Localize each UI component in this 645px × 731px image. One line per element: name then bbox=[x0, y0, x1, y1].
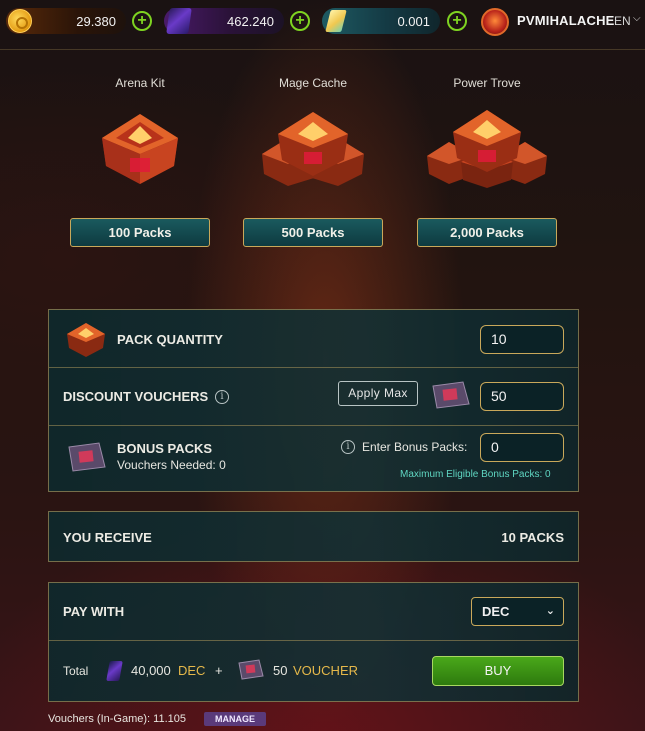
language-selector[interactable]: EN bbox=[614, 14, 631, 28]
chest-icon bbox=[70, 108, 210, 194]
receive-value: 10 PACKS bbox=[501, 530, 564, 545]
bonus-voucher-icon bbox=[65, 441, 107, 478]
discount-vouchers-input[interactable]: 50 bbox=[480, 382, 564, 411]
credits-value: 29.380 bbox=[76, 13, 116, 29]
credits-coin-icon bbox=[8, 9, 32, 33]
pay-with-label: PAY WITH bbox=[63, 604, 125, 619]
buy-button[interactable]: BUY bbox=[432, 656, 564, 686]
dec-gem-icon bbox=[106, 661, 123, 681]
pack-2000-button[interactable]: 2,000 Packs bbox=[417, 218, 557, 247]
option-mage-cache[interactable]: Mage Cache 500 Packs bbox=[243, 76, 383, 247]
chest-pile-icon bbox=[417, 108, 557, 194]
credits-balance: 29.380 bbox=[6, 8, 126, 34]
pack-quantity-input[interactable]: 10 bbox=[480, 325, 564, 354]
avatar[interactable] bbox=[481, 8, 509, 36]
dec-gem-icon bbox=[166, 8, 192, 34]
chevron-down-icon[interactable]: ⌵ bbox=[633, 13, 641, 24]
dec-value: 462.240 bbox=[227, 13, 274, 29]
pack-500-button[interactable]: 500 Packs bbox=[243, 218, 383, 247]
option-title: Arena Kit bbox=[115, 76, 165, 90]
plus-sign: + bbox=[215, 663, 223, 678]
purchase-panel: PACK QUANTITY 10 DISCOUNT VOUCHERS i App… bbox=[48, 309, 579, 492]
receive-panel: YOU RECEIVE 10 PACKS bbox=[48, 511, 579, 562]
voucher-amount: 50 bbox=[273, 663, 288, 678]
manage-button[interactable]: MANAGE bbox=[204, 712, 266, 726]
option-arena-kit[interactable]: Arena Kit 100 Packs bbox=[70, 76, 210, 247]
row-divider bbox=[49, 367, 578, 368]
voucher-icon bbox=[237, 659, 265, 686]
dec-amount: 40,000 bbox=[131, 663, 171, 678]
discount-vouchers-label: DISCOUNT VOUCHERS bbox=[63, 389, 209, 404]
option-title: Mage Cache bbox=[278, 76, 348, 90]
bonus-packs-input[interactable]: 0 bbox=[480, 433, 564, 462]
pack-100-button[interactable]: 100 Packs bbox=[70, 218, 210, 247]
sps-value: 0.001 bbox=[397, 13, 430, 29]
chest-stack-icon bbox=[243, 108, 383, 194]
you-receive-label: YOU RECEIVE bbox=[63, 530, 152, 545]
pay-panel: PAY WITH DEC ⌄ Total 40,000 DEC + 50 VOU… bbox=[48, 582, 579, 702]
bonus-packs-label: BONUS PACKS bbox=[117, 441, 213, 456]
total-label: Total bbox=[63, 664, 89, 678]
sps-shard-icon bbox=[325, 10, 347, 32]
row-divider bbox=[49, 640, 578, 641]
pack-quantity-chest-icon bbox=[63, 321, 109, 364]
add-credits-button[interactable]: + bbox=[132, 11, 152, 31]
option-power-trove[interactable]: Power Trove 2,000 Packs bbox=[417, 76, 557, 247]
voucher-unit: VOUCHER bbox=[293, 663, 359, 678]
voucher-icon bbox=[429, 380, 471, 415]
apply-max-button[interactable]: Apply Max bbox=[338, 381, 418, 406]
dec-unit: DEC bbox=[178, 663, 206, 678]
enter-bonus-packs-label: Enter Bonus Packs: bbox=[362, 440, 468, 454]
max-eligible-text: Maximum Eligible Bonus Packs: 0 bbox=[400, 469, 551, 480]
add-dec-button[interactable]: + bbox=[290, 11, 310, 31]
option-title: Power Trove bbox=[453, 76, 521, 90]
top-divider bbox=[0, 49, 645, 50]
dec-balance: 462.240 bbox=[164, 8, 284, 34]
vouchers-needed-text: Vouchers Needed: 0 bbox=[117, 458, 226, 472]
chevron-down-icon: ⌄ bbox=[545, 605, 555, 617]
info-icon[interactable]: i bbox=[215, 390, 229, 404]
currency-select[interactable]: DEC ⌄ bbox=[471, 597, 564, 626]
top-bar: 29.380 + 462.240 + 0.001 + PVMIHALACHE E… bbox=[0, 0, 645, 48]
row-divider bbox=[49, 425, 578, 426]
add-sps-button[interactable]: + bbox=[447, 11, 467, 31]
vouchers-balance: Vouchers (In-Game): 11.105 bbox=[48, 713, 186, 725]
username[interactable]: PVMIHALACHE bbox=[517, 13, 615, 28]
currency-select-value: DEC bbox=[482, 604, 510, 619]
info-icon[interactable]: i bbox=[341, 440, 355, 454]
pack-quantity-label: PACK QUANTITY bbox=[117, 332, 223, 347]
sps-balance: 0.001 bbox=[322, 8, 440, 34]
